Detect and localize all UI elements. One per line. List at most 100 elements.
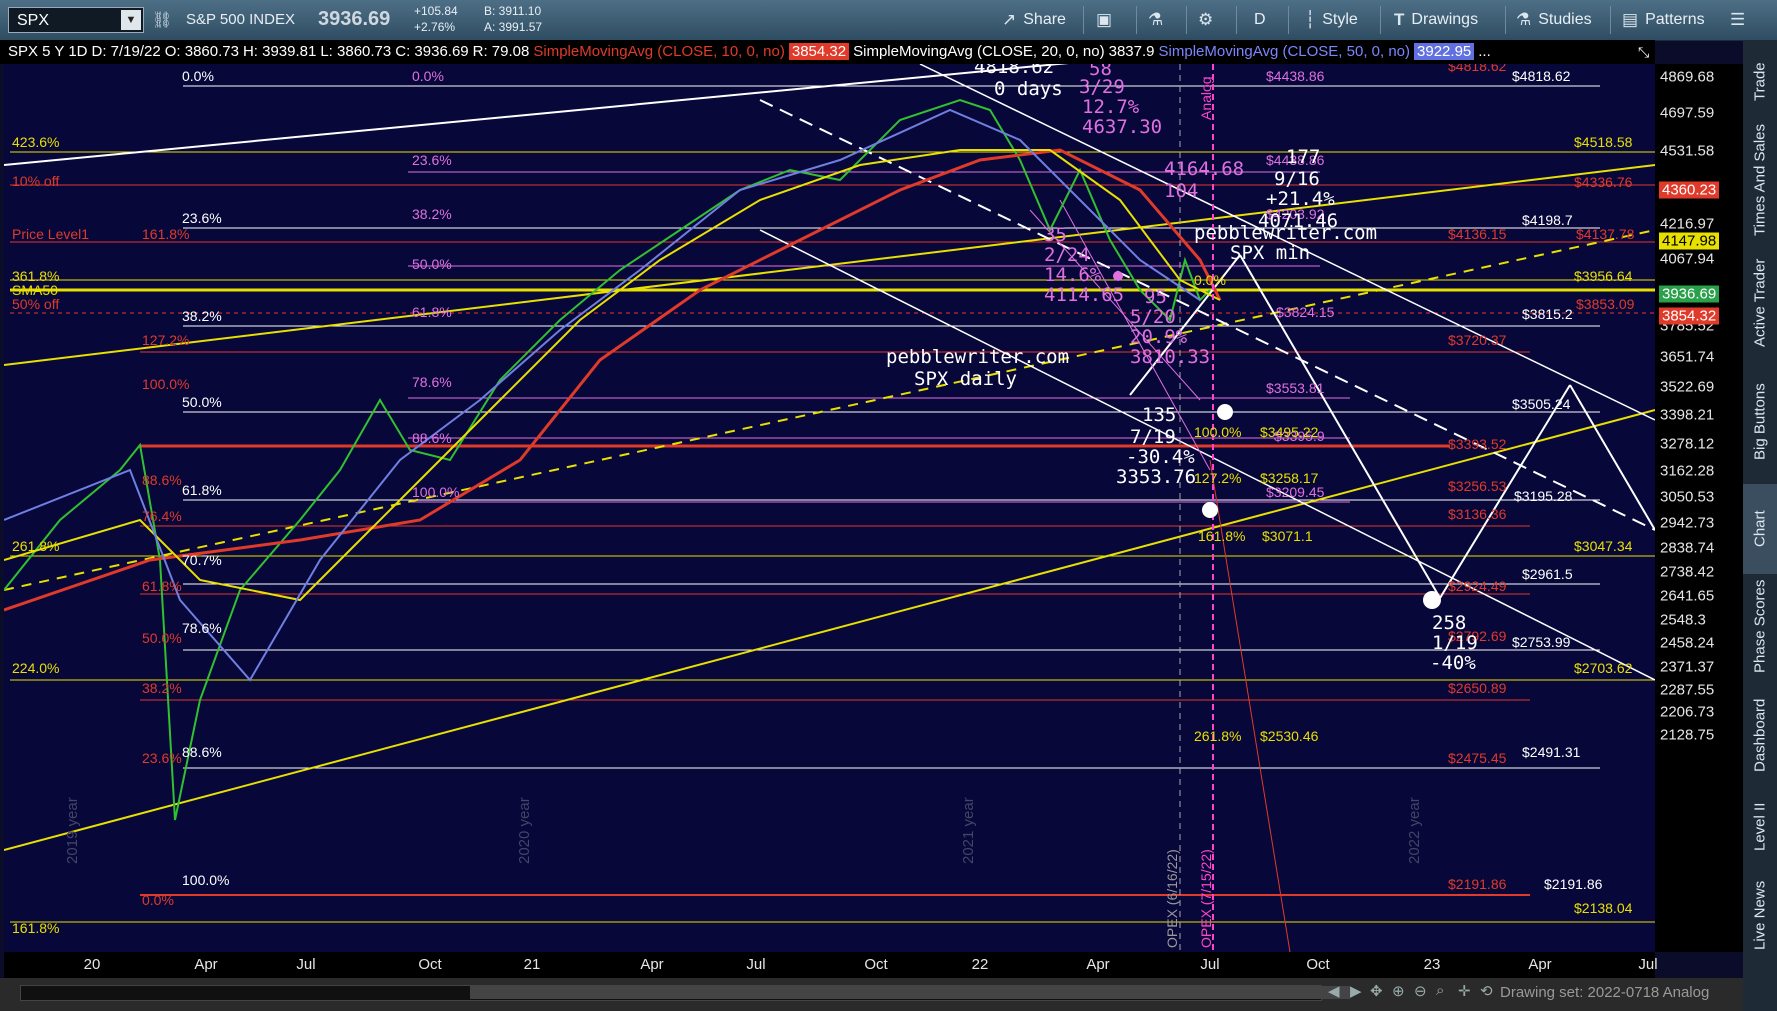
divider	[1083, 6, 1084, 34]
annotation: 2/24	[1044, 244, 1090, 266]
reset-icon[interactable]: ⟲	[1480, 982, 1493, 1000]
flask-button[interactable]: ⚗	[1148, 0, 1163, 40]
tab-chart[interactable]: Chart	[1743, 484, 1777, 574]
scroll-right-icon[interactable]: ▶	[1350, 982, 1362, 1000]
date-axis-tick: 22	[971, 956, 989, 973]
patterns-button[interactable]: ▤ Patterns	[1622, 0, 1705, 40]
divider	[1236, 6, 1237, 34]
date-axis-tick: Jul	[746, 956, 766, 973]
snapshot-button[interactable]: ▣	[1096, 0, 1112, 40]
link-icon[interactable]: ⛓	[152, 10, 172, 30]
fib-label: 61.8%	[142, 578, 182, 594]
style-label: Style	[1322, 11, 1358, 28]
fib-label: 100.0%	[412, 484, 460, 500]
year-marker: 2020 year	[516, 797, 533, 864]
price-axis-tick: 4869.68	[1660, 68, 1715, 86]
bar-close: C: 3936.69	[395, 43, 469, 60]
fib-label: 0.0%	[182, 68, 214, 84]
price-tag: 4147.98	[1659, 232, 1720, 250]
tab-level-ii[interactable]: Level II	[1743, 792, 1777, 862]
tab-dashboard[interactable]: Dashboard	[1743, 690, 1777, 780]
annotation: 177	[1286, 146, 1321, 168]
price-level-label: $3393.52	[1448, 436, 1507, 452]
drawing-set-label[interactable]: Drawing set: 2022-0718 Analog	[1500, 984, 1709, 1001]
chart-title: SPX 5 Y 1D	[8, 43, 88, 60]
price-axis-tick: 3522.69	[1660, 378, 1715, 396]
drawings-label: Drawings	[1411, 11, 1479, 28]
price-axis-tick: 3050.53	[1660, 488, 1715, 506]
sma20-label: SimpleMovingAvg (CLOSE, 20, 0, no)	[853, 43, 1105, 60]
zoom-in-icon[interactable]: ⊕	[1392, 982, 1405, 1000]
price-axis-tick: 2206.73	[1660, 703, 1715, 721]
annotation: SPX daily	[914, 368, 1017, 390]
marker-point	[1113, 271, 1123, 281]
fib-label: 50% off	[12, 296, 60, 312]
price-axis-tick: 4216.97	[1660, 215, 1715, 233]
studies-label: Studies	[1538, 11, 1592, 28]
price-level-label: $2650.89	[1448, 680, 1507, 696]
drawings-button[interactable]: T Drawings	[1394, 0, 1478, 40]
bar-date: D: 7/19/22	[91, 43, 161, 60]
tab-active-trader[interactable]: Active Trader	[1743, 248, 1777, 358]
price-level-label: $3071.1	[1262, 528, 1313, 544]
price-axis-tick: 3162.28	[1660, 462, 1715, 480]
crosshair-icon[interactable]: ✛	[1458, 982, 1471, 1000]
price-level-label: $3258.17	[1260, 470, 1319, 486]
tab-phase-scores[interactable]: Phase Scores	[1743, 578, 1777, 674]
chevron-down-icon[interactable]: ▼	[121, 10, 141, 30]
settings-button[interactable]: ⚙	[1198, 0, 1213, 40]
fib-label: 61.8%	[412, 304, 452, 320]
fib-label: 50.0%	[182, 394, 222, 410]
price-level-label: $2191.86	[1448, 876, 1507, 892]
fib-label: 161.8%	[142, 226, 190, 242]
divider	[1610, 6, 1611, 34]
date-axis[interactable]	[4, 952, 1655, 978]
annotation: pebblewriter.com	[1194, 222, 1378, 244]
style-button[interactable]: ┆ Style	[1305, 0, 1358, 40]
patterns-label: Patterns	[1645, 11, 1705, 28]
fib-label: 23.6%	[412, 152, 452, 168]
price-level-label: $2491.31	[1522, 744, 1581, 760]
price-axis-tick: 2371.37	[1660, 658, 1715, 676]
more-studies[interactable]: ...	[1478, 43, 1491, 60]
price-level-label: $3853.09	[1576, 296, 1635, 312]
date-axis-tick: Oct	[1306, 956, 1330, 973]
date-axis-tick: 21	[523, 956, 541, 973]
studies-button[interactable]: ⚗ Studies	[1516, 0, 1592, 40]
tab-times-and-sales[interactable]: Times And Sales	[1743, 120, 1777, 240]
period-button[interactable]: D	[1254, 0, 1266, 40]
symbol-input[interactable]: SPX ▼	[8, 7, 144, 33]
price-level-label: $2191.86	[1544, 876, 1603, 892]
zoom-icon[interactable]: ⌕	[1436, 982, 1444, 999]
tab-big-buttons[interactable]: Big Buttons	[1743, 366, 1777, 478]
zoom-out-icon[interactable]: ⊖	[1414, 982, 1427, 1000]
annotation: SPX min	[1230, 242, 1311, 264]
fib-label: 88.6%	[142, 472, 182, 488]
menu-button[interactable]: ☰	[1730, 0, 1745, 40]
scroll-left-icon[interactable]: ◀	[1328, 982, 1340, 1000]
sma10-label: SimpleMovingAvg (CLOSE, 10, 0, no)	[533, 43, 785, 60]
pan-icon[interactable]: ✥	[1370, 982, 1383, 1000]
gear-icon: ⚙	[1198, 10, 1214, 29]
change-value: +105.84	[414, 4, 458, 18]
tab-live-news[interactable]: Live News	[1743, 870, 1777, 960]
fib-label: 0.0%	[142, 892, 174, 908]
annotation: 35	[1044, 224, 1067, 246]
tab-trade[interactable]: Trade	[1743, 52, 1777, 112]
hamburger-menu-icon: ☰	[1730, 10, 1746, 29]
date-axis-tick: Apr	[194, 956, 218, 973]
collapse-arrows-icon[interactable]: ⤡	[1638, 44, 1649, 61]
price-chart[interactable]: 423.6% 10% off Price Level1 161.8% 361.8…	[4, 64, 1655, 952]
scrollbar-thumb[interactable]	[470, 986, 1350, 999]
index-name: S&P 500 INDEX	[186, 11, 295, 28]
annotation: 3353.76	[1116, 466, 1197, 488]
share-button[interactable]: ↗ Share	[1002, 0, 1066, 40]
fib-label: 76.4%	[142, 508, 182, 524]
fib-label: 10% off	[12, 173, 60, 189]
fib-label: 127.2%	[142, 332, 190, 348]
price-axis-tick: 2942.73	[1660, 514, 1715, 532]
marker-point	[1202, 502, 1218, 518]
chart-info-bar: SPX 5 Y 1D D: 7/19/22 O: 3860.73 H: 3939.81…	[0, 40, 1655, 64]
ask-price: A: 3991.57	[484, 20, 543, 34]
annotation: 95	[1144, 286, 1167, 308]
